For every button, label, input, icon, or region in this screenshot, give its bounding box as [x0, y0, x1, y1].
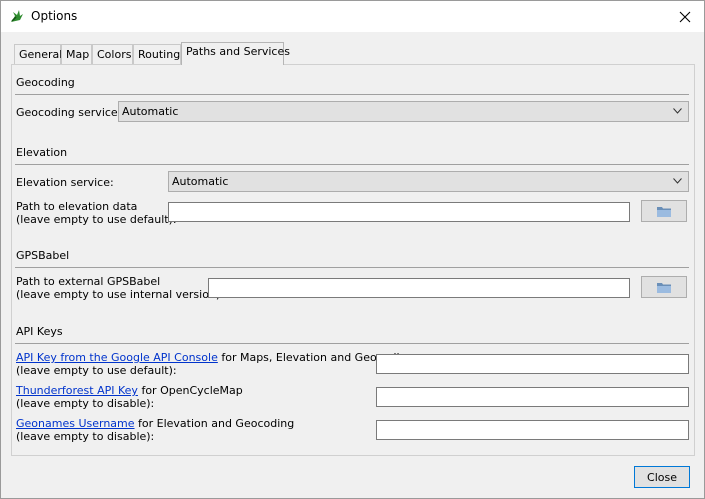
apikeys-heading: API Keys [16, 325, 63, 338]
google-key-label: API Key from the Google API Console for … [16, 351, 413, 364]
elevation-separator [15, 164, 689, 165]
geonames-username-input[interactable] [376, 420, 689, 440]
elevation-service-value: Automatic [172, 175, 229, 188]
tab-paths-and-services[interactable]: Paths and Services [181, 42, 290, 65]
elevation-path-label-2: (leave empty to use default): [16, 213, 177, 226]
elevation-service-label: Elevation service: [16, 176, 114, 189]
app-icon [11, 10, 23, 22]
google-api-key-input[interactable] [376, 354, 689, 374]
tab-label: Map [66, 48, 90, 61]
tab-label: Paths and Services [186, 45, 290, 58]
geocoding-service-select[interactable]: Automatic [118, 101, 689, 122]
close-icon [679, 11, 691, 22]
elevation-heading: Elevation [16, 146, 68, 159]
geocoding-separator [15, 94, 689, 95]
close-button[interactable]: Close [634, 466, 690, 488]
chevron-down-icon [673, 108, 682, 114]
folder-icon [657, 206, 671, 217]
tab-colors[interactable]: Colors [92, 44, 133, 64]
geonames-label: Geonames Username for Elevation and Geoc… [16, 417, 294, 430]
tab-label: Routing [138, 48, 181, 61]
geonames-label-2: (leave empty to disable): [16, 430, 155, 443]
google-api-console-link[interactable]: API Key from the Google API Console [16, 351, 218, 364]
tab-routing[interactable]: Routing [133, 44, 181, 64]
gpsbabel-heading: GPSBabel [16, 249, 70, 262]
options-dialog: Options General Map Colors Routing Paths… [0, 0, 705, 499]
thunderforest-key-label: Thunderforest API Key for OpenCycleMap [16, 384, 243, 397]
tab-label: Colors [97, 48, 132, 61]
gpsbabel-separator [15, 267, 689, 268]
geocoding-service-label: Geocoding service: [16, 106, 122, 119]
apikeys-separator [15, 343, 689, 344]
folder-icon [657, 282, 671, 293]
elevation-path-input[interactable] [168, 202, 630, 222]
thunderforest-key-label-2: (leave empty to disable): [16, 397, 155, 410]
gpsbabel-path-input[interactable] [208, 278, 630, 298]
chevron-down-icon [673, 178, 682, 184]
geocoding-heading: Geocoding [16, 76, 75, 89]
elevation-service-select[interactable]: Automatic [168, 171, 689, 192]
close-button-label: Close [647, 470, 677, 484]
geonames-username-link[interactable]: Geonames Username [16, 417, 135, 430]
geonames-suffix: for Elevation and Geocoding [134, 417, 295, 430]
thunderforest-key-suffix: for OpenCycleMap [137, 384, 243, 397]
google-key-label-2: (leave empty to use default): [16, 364, 177, 377]
thunderforest-api-key-input[interactable] [376, 387, 689, 407]
window-title: Options [31, 9, 78, 23]
geocoding-service-value: Automatic [122, 105, 179, 118]
tab-general[interactable]: General [14, 44, 63, 64]
elevation-path-label-1: Path to elevation data [16, 200, 138, 213]
gpsbabel-path-label-1: Path to external GPSBabel [16, 275, 161, 288]
thunderforest-api-key-link[interactable]: Thunderforest API Key [16, 384, 138, 397]
gpsbabel-path-label-2: (leave empty to use internal version): [16, 288, 224, 301]
elevation-browse-button[interactable] [641, 200, 687, 222]
tab-map[interactable]: Map [61, 44, 92, 64]
gpsbabel-browse-button[interactable] [641, 276, 687, 298]
window-close-button[interactable] [666, 1, 704, 32]
title-bar: Options [1, 1, 704, 32]
tab-label: General [19, 48, 63, 61]
